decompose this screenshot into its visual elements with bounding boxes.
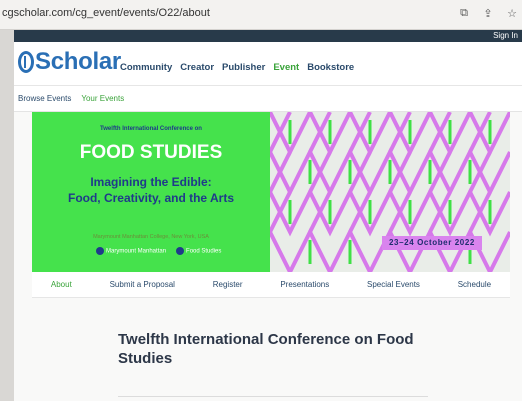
your-events-link[interactable]: Your Events	[81, 94, 124, 103]
banner-text-panel: Twelfth International Conference on FOOD…	[32, 112, 270, 272]
nav-publisher[interactable]: Publisher	[222, 62, 265, 73]
browse-events-link[interactable]: Browse Events	[18, 94, 71, 103]
banner-theme-line1: Imagining the Edible:	[90, 175, 212, 189]
nav-bookstore[interactable]: Bookstore	[307, 62, 354, 73]
page-title: Twelfth International Conference on Food…	[118, 331, 414, 367]
nav-community[interactable]: Community	[120, 62, 172, 73]
banner-title: FOOD STUDIES	[79, 142, 223, 163]
banner-theme-line2: Food, Creativity, and the Arts	[67, 191, 235, 205]
nav-creator[interactable]: Creator	[180, 62, 214, 73]
sign-in-link[interactable]: Sign In	[493, 30, 518, 42]
tab-about[interactable]: About	[51, 280, 72, 289]
sponsor-logos: Marymount Manhattan Food Studies	[96, 247, 221, 255]
tab-schedule[interactable]: Schedule	[458, 280, 491, 289]
translate-icon[interactable]: ⧉	[458, 7, 470, 20]
tab-special-events[interactable]: Special Events	[367, 280, 420, 289]
share-icon[interactable]: ⇪	[482, 7, 494, 20]
food-studies-logo: Food Studies	[176, 247, 221, 255]
banner-kicker: Twelfth International Conference on	[100, 126, 202, 132]
scholar-logo[interactable]: Scholar	[18, 48, 121, 76]
conference-banner: Twelfth International Conference on FOOD…	[32, 112, 510, 272]
tab-register[interactable]: Register	[213, 280, 243, 289]
divider	[118, 396, 428, 397]
banner-venue: Marymount Manhattan College, New York, U…	[93, 234, 209, 240]
tab-presentations[interactable]: Presentations	[280, 280, 329, 289]
top-bar: Sign In	[14, 30, 522, 42]
sub-nav: Browse Events Your Events	[14, 86, 522, 112]
main-nav: Community Creator Publisher Event Bookst…	[120, 62, 354, 73]
marymount-logo: Marymount Manhattan	[96, 247, 166, 255]
browser-address-bar[interactable]: cgscholar.com/cg_event/events/O22/about …	[0, 0, 522, 30]
tab-submit-proposal[interactable]: Submit a Proposal	[110, 280, 175, 289]
logo-text: Scholar	[35, 48, 121, 75]
scholar-logo-icon	[18, 51, 34, 73]
url-text[interactable]: cgscholar.com/cg_event/events/O22/about	[2, 7, 210, 19]
banner-fork-pattern: 23–24 October 2022	[270, 112, 510, 272]
site-header: Scholar Community Creator Publisher Even…	[14, 42, 522, 86]
nav-event[interactable]: Event	[273, 62, 299, 73]
event-tabs: About Submit a Proposal Register Present…	[32, 272, 510, 298]
bookmark-star-icon[interactable]: ☆	[506, 7, 518, 20]
web-page: Sign In Scholar Community Creator Publis…	[14, 30, 522, 401]
conference-dates-badge: 23–24 October 2022	[382, 236, 482, 250]
